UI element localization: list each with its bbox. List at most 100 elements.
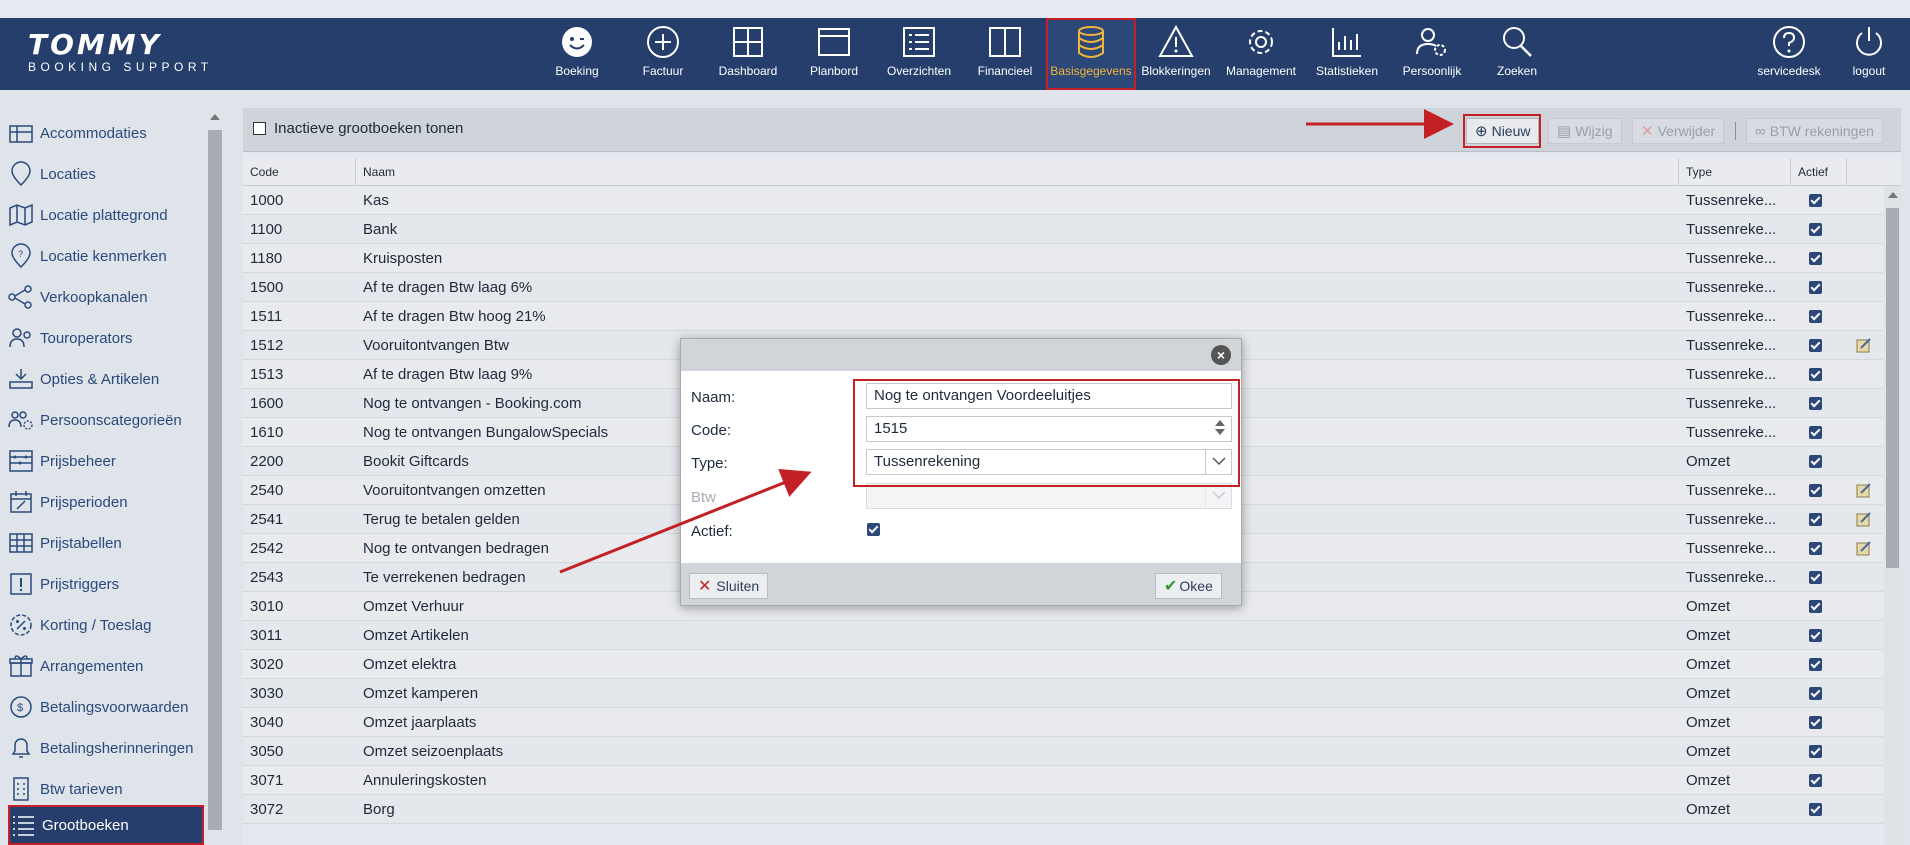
nav-persoonlijk[interactable]: Persoonlijk xyxy=(1389,18,1475,90)
actief-checkbox[interactable] xyxy=(1809,745,1822,758)
edit-note-icon[interactable] xyxy=(1855,539,1873,557)
cell-code: 2542 xyxy=(250,540,284,557)
sidebar-item-arrangementen[interactable]: Arrangementen xyxy=(8,647,204,685)
sidebar-item-korting-toeslag[interactable]: Korting / Toeslag xyxy=(8,606,204,644)
column-header-actief[interactable]: Actief xyxy=(1791,158,1847,186)
actief-checkbox[interactable] xyxy=(1809,310,1822,323)
actief-checkbox[interactable] xyxy=(1809,426,1822,439)
actief-checkbox[interactable] xyxy=(1809,687,1822,700)
vat-accounts-button[interactable]: ∞ BTW rekeningen xyxy=(1746,118,1883,144)
table-row[interactable]: 3071 Annuleringskosten Omzet xyxy=(243,766,1883,795)
cell-type: Omzet xyxy=(1686,453,1731,470)
actief-checkbox[interactable] xyxy=(1809,803,1822,816)
chevron-down-icon[interactable] xyxy=(1205,484,1231,508)
actief-checkbox[interactable] xyxy=(1809,339,1822,352)
show-inactive-checkbox[interactable] xyxy=(253,122,266,135)
dialog-footer: ✕ Sluiten ✔ Okee xyxy=(681,563,1241,605)
table-row[interactable]: 3040 Omzet jaarplaats Omzet xyxy=(243,708,1883,737)
nav-factuur[interactable]: Factuur xyxy=(620,18,706,90)
actief-checkbox[interactable] xyxy=(1809,368,1822,381)
actief-checkbox[interactable] xyxy=(867,523,880,536)
sidebar-item-prijstriggers[interactable]: Prijstriggers xyxy=(8,565,204,603)
table-row[interactable]: 3030 Omzet kamperen Omzet xyxy=(243,679,1883,708)
actief-checkbox[interactable] xyxy=(1809,484,1822,497)
actief-checkbox[interactable] xyxy=(1809,252,1822,265)
cell-code: 1600 xyxy=(250,395,284,412)
nav-servicedesk[interactable]: servicedesk xyxy=(1746,18,1832,90)
scroll-thumb[interactable] xyxy=(208,130,222,830)
nav-statistieken[interactable]: Statistieken xyxy=(1304,18,1390,90)
nav-boeking[interactable]: Boeking xyxy=(534,18,620,90)
edit-note-icon[interactable] xyxy=(1855,510,1873,528)
close-button[interactable]: ✕ Sluiten xyxy=(689,573,769,599)
column-header-type[interactable]: Type xyxy=(1679,158,1791,186)
actief-checkbox[interactable] xyxy=(1809,600,1822,613)
sidebar-item-opties-artikelen[interactable]: Opties & Artikelen xyxy=(8,360,204,398)
sidebar-item-prijsbeheer[interactable]: Prijsbeheer xyxy=(8,442,204,480)
cell-code: 2543 xyxy=(250,569,284,586)
nav-management[interactable]: Management xyxy=(1218,18,1304,90)
nav-dashboard[interactable]: Dashboard xyxy=(705,18,791,90)
actief-checkbox[interactable] xyxy=(1809,397,1822,410)
nav-overzichten[interactable]: Overzichten xyxy=(876,18,962,90)
actief-checkbox[interactable] xyxy=(1809,542,1822,555)
scroll-up-arrow[interactable] xyxy=(210,114,220,120)
close-icon[interactable]: × xyxy=(1211,345,1231,365)
cell-code: 3020 xyxy=(250,656,284,673)
edit-note-icon[interactable] xyxy=(1855,481,1873,499)
sidebar-item-locatie-kenmerken[interactable]: ? Locatie kenmerken xyxy=(8,237,204,275)
table-row[interactable]: 1000 Kas Tussenreke... xyxy=(243,186,1883,215)
table-row[interactable]: 3020 Omzet elektra Omzet xyxy=(243,650,1883,679)
table-row[interactable]: 3072 Borg Omzet xyxy=(243,795,1883,824)
column-header-code[interactable]: Code xyxy=(243,158,356,186)
scroll-thumb[interactable] xyxy=(1886,208,1899,568)
nav-basisgegevens[interactable]: Basisgegevens xyxy=(1046,18,1136,90)
nav-logout[interactable]: logout xyxy=(1834,18,1904,90)
table-row[interactable]: 1511 Af te dragen Btw hoog 21% Tussenreke.… xyxy=(243,302,1883,331)
nav-blokkeringen[interactable]: Blokkeringen xyxy=(1133,18,1219,90)
table-row[interactable]: 1180 Kruisposten Tussenreke... xyxy=(243,244,1883,273)
edit-note-icon[interactable] xyxy=(1855,336,1873,354)
sidebar-item-betalingsvoorwaarden[interactable]: $ Betalingsvoorwaarden xyxy=(8,688,204,726)
actief-checkbox[interactable] xyxy=(1809,629,1822,642)
nav-planbord[interactable]: Planbord xyxy=(791,18,877,90)
column-header-naam[interactable]: Naam xyxy=(356,158,1679,186)
cell-code: 3072 xyxy=(250,801,284,818)
table-row[interactable]: 3011 Omzet Artikelen Omzet xyxy=(243,621,1883,650)
sidebar-item-verkoopkanalen[interactable]: Verkoopkanalen xyxy=(8,278,204,316)
actief-checkbox[interactable] xyxy=(1809,513,1822,526)
nav-financieel[interactable]: Financieel xyxy=(962,18,1048,90)
actief-checkbox[interactable] xyxy=(1809,571,1822,584)
sidebar-item-label: Locatie kenmerken xyxy=(40,247,167,265)
actief-checkbox[interactable] xyxy=(1809,658,1822,671)
sidebar-item-betalingsherinneringen[interactable]: Betalingsherinneringen xyxy=(8,729,204,767)
sidebar-item-accommodaties[interactable]: Accommodaties xyxy=(8,114,204,152)
table-row[interactable]: 1500 Af te dragen Btw laag 6% Tussenreke..… xyxy=(243,273,1883,302)
sidebar-item-prijsperioden[interactable]: Prijsperioden xyxy=(8,483,204,521)
cell-code: 3010 xyxy=(250,598,284,615)
sidebar-item-btw-tarieven[interactable]: Btw tarieven xyxy=(8,770,204,808)
actief-checkbox[interactable] xyxy=(1809,223,1822,236)
exclamation-box-icon xyxy=(10,573,32,595)
actief-checkbox[interactable] xyxy=(1809,774,1822,787)
ok-button[interactable]: ✔ Okee xyxy=(1155,573,1222,599)
database-icon xyxy=(1078,26,1104,58)
actief-checkbox[interactable] xyxy=(1809,716,1822,729)
table-row[interactable]: 3050 Omzet seizoenplaats Omzet xyxy=(243,737,1883,766)
table-row[interactable]: 1100 Bank Tussenreke... xyxy=(243,215,1883,244)
sidebar-item-touroperators[interactable]: Touroperators xyxy=(8,319,204,357)
sidebar-item-locaties[interactable]: Locaties xyxy=(8,155,204,193)
actief-checkbox[interactable] xyxy=(1809,194,1822,207)
scroll-up-arrow[interactable] xyxy=(1888,192,1898,198)
edit-button[interactable]: ▤ Wijzig xyxy=(1548,118,1622,144)
table-scrollbar[interactable] xyxy=(1884,186,1901,845)
delete-button[interactable]: ✕ Verwijder xyxy=(1632,118,1725,144)
actief-checkbox[interactable] xyxy=(1809,455,1822,468)
sidebar-item-prijstabellen[interactable]: Prijstabellen xyxy=(8,524,204,562)
actief-checkbox[interactable] xyxy=(1809,281,1822,294)
sidebar-item-persoonscategorieen[interactable]: Persoonscategorieën xyxy=(8,401,204,439)
sidebar-item-locatie-plattegrond[interactable]: Locatie plattegrond xyxy=(8,196,204,234)
sidebar-scrollbar[interactable] xyxy=(207,108,223,845)
nav-zoeken[interactable]: Zoeken xyxy=(1474,18,1560,90)
sidebar-item-grootboeken[interactable]: Grootboeken xyxy=(8,805,204,845)
